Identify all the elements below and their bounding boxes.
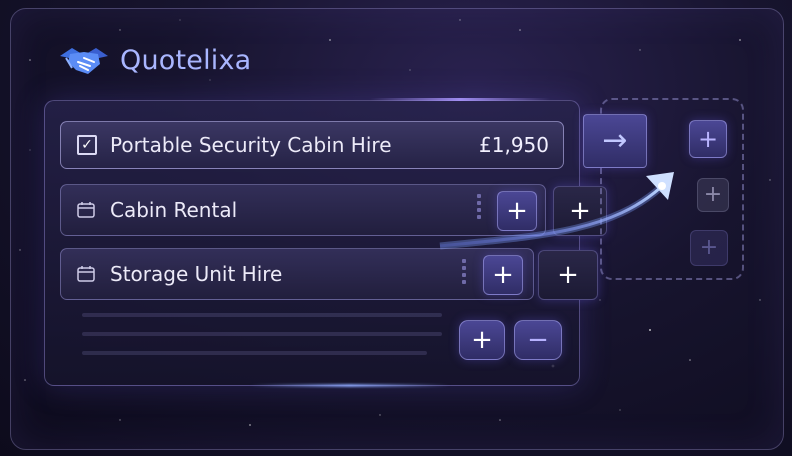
line-item-row[interactable]: Cabin Rental: [60, 184, 546, 236]
panel-glow-top: [370, 98, 550, 101]
move-arrow-button[interactable]: →: [583, 114, 647, 168]
brand: Quotelixa: [58, 40, 251, 80]
line-item-price: £1,950: [479, 133, 549, 157]
placeholder-line: [82, 332, 442, 336]
add-button[interactable]: +: [459, 320, 505, 360]
brand-name: Quotelixa: [120, 44, 252, 76]
add-button-ghost: +: [697, 178, 729, 212]
line-item-label: Cabin Rental: [110, 198, 238, 222]
add-button[interactable]: +: [689, 120, 727, 158]
calendar-icon: [77, 202, 95, 218]
handshake-icon: [60, 48, 108, 74]
calendar-icon: [77, 266, 95, 282]
line-item-label: Storage Unit Hire: [110, 262, 283, 286]
add-button[interactable]: +: [538, 250, 598, 300]
drag-handle[interactable]: [477, 194, 481, 222]
add-button[interactable]: +: [553, 186, 607, 236]
placeholder-line: [82, 351, 427, 355]
add-button-ghost: +: [690, 230, 728, 266]
add-button[interactable]: +: [497, 191, 537, 231]
add-button[interactable]: +: [483, 255, 523, 295]
checkbox-checked[interactable]: ✓: [77, 135, 97, 155]
remove-button[interactable]: −: [514, 320, 562, 360]
line-item-row[interactable]: ✓ Portable Security Cabin Hire £1,950: [60, 121, 564, 169]
line-item-label: Portable Security Cabin Hire: [110, 133, 392, 157]
drag-handle[interactable]: [462, 259, 466, 287]
panel-glow-bottom: [250, 384, 450, 387]
placeholder-line: [82, 313, 442, 317]
